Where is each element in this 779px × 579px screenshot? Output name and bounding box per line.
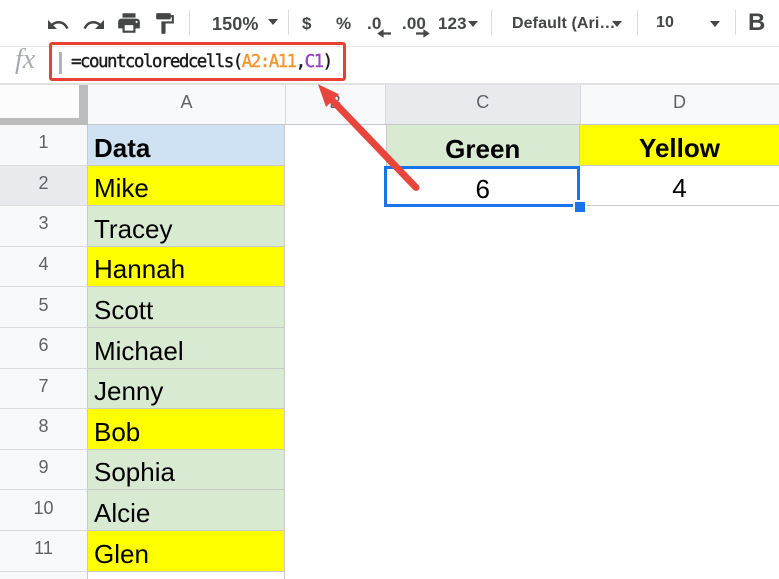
cell-A11[interactable]: Glen [88, 531, 285, 572]
freeze-row-bar[interactable] [0, 118, 88, 125]
currency-format-button[interactable]: $ [302, 14, 312, 34]
zoom-caret-icon[interactable] [268, 19, 278, 25]
toolbar-separator [189, 10, 190, 35]
cell-A12[interactable] [88, 572, 285, 579]
row-header-5[interactable]: 5 [0, 287, 88, 328]
column-divider [285, 85, 286, 124]
column-header-A[interactable]: A [88, 85, 285, 125]
toolbar-separator [735, 10, 736, 35]
paint-format-icon[interactable] [152, 11, 177, 36]
row-header-10[interactable]: 10 [0, 490, 88, 531]
cell-A5[interactable]: Scott [88, 287, 285, 328]
row-header-11[interactable]: 11 [0, 531, 88, 572]
cell-A2[interactable]: Mike [88, 166, 285, 207]
selection-border [384, 166, 580, 207]
undo-icon[interactable] [46, 13, 70, 37]
font-size-select[interactable]: 10 [656, 14, 674, 32]
row-header-2[interactable]: 2 [0, 166, 88, 207]
font-name-select[interactable]: Default (Ari… [512, 15, 616, 33]
column-header-D[interactable]: D [580, 85, 779, 125]
decrease-decimal-arrow-icon [377, 29, 391, 38]
cell-D1[interactable]: Yellow [580, 125, 779, 166]
select-all-corner[interactable] [0, 85, 79, 118]
increase-decimal-arrow-icon [416, 29, 430, 38]
more-formats-caret-icon[interactable] [468, 21, 478, 27]
bold-button[interactable]: B [748, 9, 765, 37]
cell-C1[interactable]: Green [386, 125, 581, 166]
row-header-6[interactable]: 6 [0, 328, 88, 369]
redo-icon[interactable] [82, 13, 106, 37]
percent-format-button[interactable]: % [336, 14, 351, 34]
toolbar-separator [491, 10, 492, 35]
row-header-3[interactable]: 3 [0, 206, 88, 247]
zoom-select[interactable]: 150% [212, 14, 258, 35]
toolbar: 150% $ % .0 .00 123 Default (Ari… 10 B [0, 0, 779, 46]
print-icon[interactable] [116, 10, 142, 36]
row-header-12[interactable] [0, 572, 88, 579]
row-header-9[interactable]: 9 [0, 450, 88, 491]
google-sheets-app: 150% $ % .0 .00 123 Default (Ari… 10 B f… [0, 0, 779, 579]
row-header-7[interactable]: 7 [0, 369, 88, 410]
cell-A8[interactable]: Bob [88, 409, 285, 450]
row-header-8[interactable]: 8 [0, 409, 88, 450]
cell-A1[interactable]: Data [88, 125, 285, 166]
row-header-1[interactable]: 1 [0, 125, 88, 166]
spreadsheet-grid: A B C D 1234567891011 DataMikeTraceyHann… [0, 85, 779, 579]
selection-fill-handle[interactable] [573, 200, 587, 214]
cell-D2[interactable]: 4 [580, 166, 779, 207]
cell-A10[interactable]: Alcie [88, 490, 285, 531]
cell-A9[interactable]: Sophia [88, 450, 285, 491]
column-divider [385, 85, 386, 124]
cell-A4[interactable]: Hannah [88, 247, 285, 288]
column-header-B[interactable]: B [285, 85, 386, 125]
cell-A3[interactable]: Tracey [88, 206, 285, 247]
more-formats-button[interactable]: 123 [438, 14, 467, 34]
font-size-caret-icon[interactable] [710, 21, 720, 27]
toolbar-separator [637, 10, 638, 35]
formula-highlight-box [49, 42, 346, 81]
row-header-4[interactable]: 4 [0, 247, 88, 288]
font-name-caret-icon[interactable] [612, 21, 622, 27]
toolbar-separator [288, 10, 289, 35]
column-divider [580, 85, 581, 124]
cell-A6[interactable]: Michael [88, 328, 285, 369]
cell-A7[interactable]: Jenny [88, 369, 285, 410]
fx-icon: fx [15, 44, 43, 76]
column-header-C[interactable]: C [386, 85, 581, 125]
